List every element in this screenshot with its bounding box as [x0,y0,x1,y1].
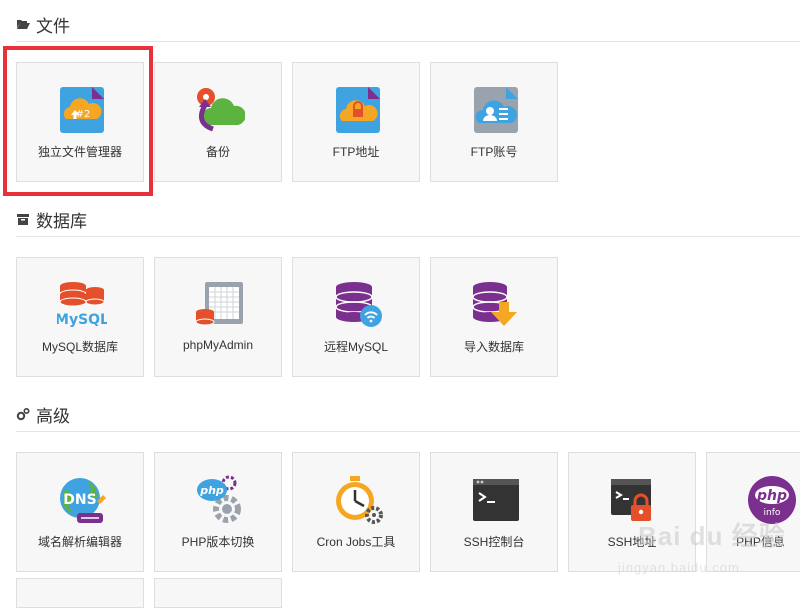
tile-label: SSH控制台 [463,535,525,549]
tile-label: MySQL数据库 [41,340,118,354]
ftp-address-icon [333,85,383,135]
cron-jobs-icon [333,475,383,525]
tile-label: FTP地址 [332,145,380,159]
svg-text:php: php [199,484,224,497]
gears-icon [16,407,30,421]
svg-text:MySQL: MySQL [57,312,107,328]
tile-remote-mysql[interactable]: 远程MySQL [292,257,420,377]
ssh-console-icon [471,475,521,525]
selection-highlight [3,46,153,196]
tile-label: 远程MySQL [323,340,388,354]
tile-import-database[interactable]: 导入数据库 [430,257,558,377]
phpmyadmin-icon [195,280,245,330]
tile-dns-editor[interactable]: DNS 域名解析编辑器 [16,452,144,572]
section-title: 高级 [36,406,70,426]
svg-text:php: php [756,488,787,504]
section-title: 数据库 [36,211,87,231]
tile-partial[interactable] [16,578,144,608]
tile-ssh-console[interactable]: SSH控制台 [430,452,558,572]
tile-phpmyadmin[interactable]: phpMyAdmin [154,257,282,377]
section-header-database: 数据库 [16,206,87,232]
tile-label: 备份 [205,145,230,159]
tile-label: 导入数据库 [463,340,524,354]
import-database-icon [471,280,521,330]
tile-php-version[interactable]: php PHP版本切换 [154,452,282,572]
section-divider [16,41,800,42]
watermark-sub: jingyan.baidu.com [618,560,740,575]
tile-label: Cron Jobs工具 [316,535,396,549]
php-version-icon: php [195,475,245,525]
tile-label: PHP版本切换 [181,535,255,549]
tile-partial[interactable] [154,578,282,608]
section-divider [16,236,800,237]
section-divider [16,431,800,432]
watermark: Bai du 经验 jingyan.baidu.com [608,508,798,588]
section-header-advanced: 高级 [16,401,70,427]
section-title: 文件 [36,16,70,36]
tile-mysql[interactable]: MySQL MySQL数据库 [16,257,144,377]
tile-ftp-account[interactable]: FTP账号 [430,62,558,182]
backup-icon [195,85,246,135]
archive-icon [16,212,30,226]
tile-label: FTP账号 [470,145,518,159]
folder-open-icon [16,17,30,31]
svg-text:DNS: DNS [63,492,96,508]
tile-ftp-address[interactable]: FTP地址 [292,62,420,182]
tile-label: phpMyAdmin [182,338,254,352]
ftp-account-icon [471,85,521,135]
remote-mysql-icon [333,280,383,330]
tile-label: 域名解析编辑器 [37,535,122,549]
mysql-icon: MySQL [55,280,109,330]
section-header-files: 文件 [16,11,70,37]
dns-editor-icon: DNS [57,475,107,525]
tile-backup[interactable]: 备份 [154,62,282,182]
watermark-main: Bai du 经验 [638,521,786,551]
tile-cron-jobs[interactable]: Cron Jobs工具 [292,452,420,572]
